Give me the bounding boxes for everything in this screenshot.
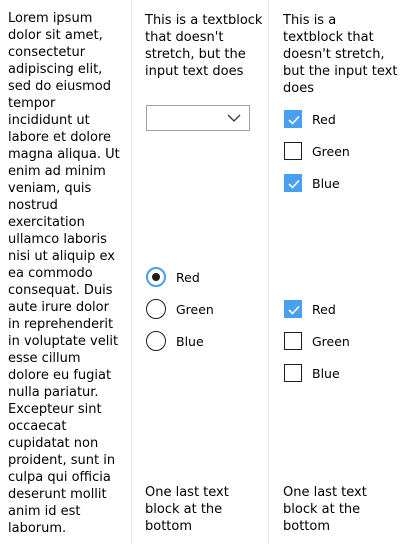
checkbox[interactable]	[284, 142, 302, 160]
checkbox-label: Green	[312, 333, 350, 349]
checkbox-green-top[interactable]: Green	[284, 141, 350, 161]
checkbox-red-top[interactable]: Red	[284, 109, 336, 129]
checkbox[interactable]	[284, 332, 302, 350]
radio-label: Blue	[176, 333, 204, 349]
radio-blue[interactable]: Blue	[146, 331, 204, 351]
checkbox[interactable]	[284, 364, 302, 382]
column-divider-2	[268, 0, 269, 544]
checkbox-red-bottom[interactable]: Red	[284, 299, 336, 319]
column-2: This is a textblock that doesn't stretch…	[145, 0, 265, 544]
combobox[interactable]	[146, 105, 250, 131]
checkbox-label: Green	[312, 143, 350, 159]
checkbox-blue-top[interactable]: Blue	[284, 173, 340, 193]
checkbox-label: Blue	[312, 365, 340, 381]
checkbox-green-bottom[interactable]: Green	[284, 331, 350, 351]
lorem-textblock: Lorem ipsum dolor sit amet, consectetur …	[8, 11, 120, 536]
footer-textblock: One last text block at the bottom	[283, 485, 367, 534]
checkbox-label: Red	[312, 111, 336, 127]
header-textblock: This is a textblock that doesn't stretch…	[145, 13, 263, 79]
radio-button[interactable]	[146, 331, 166, 351]
radio-label: Green	[176, 301, 214, 317]
footer-textblock: One last text block at the bottom	[145, 485, 229, 534]
radio-red[interactable]: Red	[146, 267, 200, 287]
checkmark-icon	[288, 179, 300, 189]
checkmark-icon	[288, 115, 300, 125]
column-divider-1	[131, 0, 132, 544]
checkbox[interactable]	[284, 110, 302, 128]
radio-label: Red	[176, 269, 200, 285]
header-textblock: This is a textblock that doesn't stretch…	[283, 13, 398, 96]
radio-green[interactable]: Green	[146, 299, 214, 319]
checkbox[interactable]	[284, 300, 302, 318]
radio-button[interactable]	[146, 299, 166, 319]
column-3: This is a textblock that doesn't stretch…	[283, 0, 398, 544]
chevron-down-icon	[227, 110, 241, 129]
checkbox-blue-bottom[interactable]: Blue	[284, 363, 340, 383]
radio-button[interactable]	[146, 267, 166, 287]
column-1: Lorem ipsum dolor sit amet, consectetur …	[8, 0, 122, 544]
checkbox[interactable]	[284, 174, 302, 192]
radio-dot	[152, 273, 160, 281]
checkmark-icon	[288, 305, 300, 315]
checkbox-label: Blue	[312, 175, 340, 191]
checkbox-label: Red	[312, 301, 336, 317]
